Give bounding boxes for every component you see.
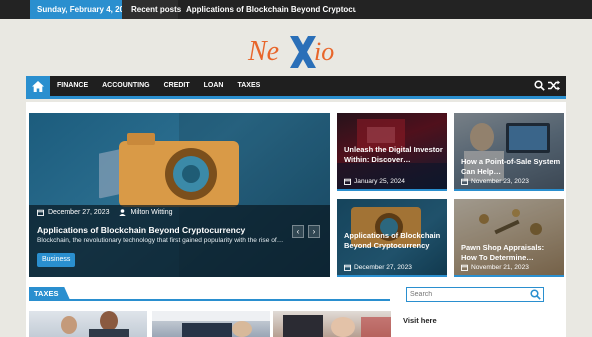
sidebar-search [406, 287, 544, 302]
post-card[interactable]: Unleash the Digital Investor Within: Dis… [337, 113, 447, 191]
hero-date: December 27, 2023 [48, 209, 110, 216]
post-card[interactable]: Pawn Shop Appraisals: How To Determine… … [454, 199, 564, 277]
home-button[interactable] [26, 76, 50, 96]
nav-item-accounting[interactable]: ACCOUNTING [95, 76, 156, 96]
chevron-right-icon: › [312, 227, 316, 236]
home-icon [32, 80, 44, 92]
hero-excerpt: Blockchain, the revolutionary technology… [37, 237, 284, 244]
hero-title-link[interactable]: Applications of Blockchain Beyond Crypto… [37, 225, 245, 235]
post-thumbnail[interactable] [152, 311, 270, 337]
shuffle-icon[interactable] [548, 80, 560, 91]
card-date: December 27, 2023 [354, 264, 412, 271]
main-nav: FINANCE ACCOUNTING CREDIT LOAN TAXES [26, 76, 566, 99]
card-date: January 25, 2024 [354, 178, 405, 185]
card-title-link[interactable]: Applications of Blockchain Beyond Crypto… [344, 231, 444, 251]
current-date: Sunday, February 4, 2024 [30, 0, 133, 19]
featured-slider[interactable]: December 27, 2023 Milton Witting Applica… [29, 113, 330, 277]
nav-item-loan[interactable]: LOAN [197, 76, 231, 96]
slider-prev-button[interactable]: ‹ [292, 225, 304, 238]
svg-text:Ne: Ne [247, 36, 279, 67]
post-image [61, 311, 129, 337]
nav-item-credit[interactable]: CREDIT [157, 76, 197, 96]
site-logo[interactable]: Ne io [246, 28, 350, 72]
nav-item-finance[interactable]: FINANCE [50, 76, 95, 96]
slider-next-button[interactable]: › [308, 225, 320, 238]
sidebar-widget-title: Visit here [403, 316, 437, 325]
calendar-icon [344, 178, 351, 185]
card-title-link[interactable]: How a Point-of-Sale System Can Help… [461, 157, 561, 177]
calendar-icon [37, 209, 44, 216]
search-icon[interactable] [530, 289, 541, 300]
top-bar: Sunday, February 4, 2024 Recent posts Ap… [0, 0, 592, 19]
calendar-icon [344, 264, 351, 271]
nav-item-taxes[interactable]: TAXES [230, 76, 267, 96]
post-thumbnail[interactable] [273, 311, 391, 337]
post-image [283, 315, 391, 337]
card-title-link[interactable]: Pawn Shop Appraisals: How To Determine… [461, 243, 561, 263]
recent-post-ticker-link[interactable]: Applications of Blockchain Beyond Crypto… [186, 0, 356, 19]
post-image [152, 311, 270, 337]
card-title-link[interactable]: Unleash the Digital Investor Within: Dis… [344, 145, 444, 165]
post-thumbnail[interactable] [29, 311, 147, 337]
post-card[interactable]: Applications of Blockchain Beyond Crypto… [337, 199, 447, 277]
section-title[interactable]: TAXES [29, 287, 71, 301]
hero-author-link[interactable]: Milton Witting [130, 209, 172, 216]
card-date: November 21, 2023 [471, 264, 529, 271]
post-card[interactable]: How a Point-of-Sale System Can Help… Nov… [454, 113, 564, 191]
calendar-icon [461, 264, 468, 271]
camera-illustration [99, 133, 239, 207]
calendar-icon [461, 178, 468, 185]
recent-posts-label: Recent posts [122, 0, 181, 19]
search-icon[interactable] [534, 80, 545, 91]
svg-text:io: io [314, 37, 334, 66]
logo-mark: Ne io [247, 36, 334, 68]
taxes-section-header: TAXES [29, 287, 390, 301]
chevron-left-icon: ‹ [296, 227, 300, 236]
search-input[interactable] [410, 289, 528, 300]
user-icon [119, 209, 127, 216]
card-date: November 23, 2023 [471, 178, 529, 185]
category-badge[interactable]: Business [37, 253, 76, 267]
